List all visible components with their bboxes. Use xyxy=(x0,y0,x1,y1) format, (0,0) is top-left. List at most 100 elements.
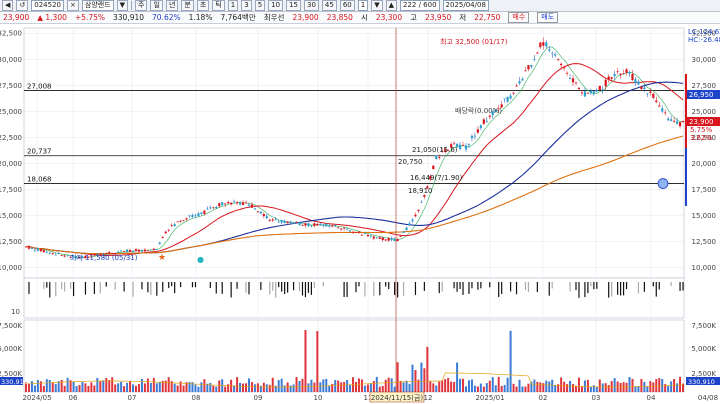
interval-down-button[interactable]: ▼ xyxy=(371,0,383,11)
date-tick: 04/08 xyxy=(698,394,718,402)
candle-body xyxy=(313,223,316,226)
indicator-tick: 10 xyxy=(11,308,20,316)
period-tick-button[interactable]: 틱 xyxy=(212,0,225,11)
date-tick: 10 xyxy=(314,394,323,402)
volume-bar xyxy=(51,382,54,392)
indicator-bar xyxy=(49,282,51,298)
candle-body xyxy=(530,65,533,67)
candle-body xyxy=(140,250,144,252)
stock-name-display[interactable]: 삼양랜드 xyxy=(81,0,114,11)
indicator-bar xyxy=(655,282,657,297)
candle-body xyxy=(289,221,292,223)
indicator-bar xyxy=(168,282,170,289)
volume-bar xyxy=(167,377,170,392)
period-year-button[interactable]: 년 xyxy=(165,0,179,11)
volume-bar xyxy=(123,386,126,392)
indicator-bar xyxy=(269,282,271,295)
candle-body xyxy=(381,237,384,241)
indicator-bar xyxy=(248,282,250,295)
price-tick-left: 25,000 xyxy=(0,108,22,116)
period-week-button[interactable]: 주 xyxy=(135,0,148,11)
volume-bar xyxy=(143,383,146,392)
volume-bar xyxy=(117,383,120,392)
candle-body xyxy=(512,92,515,94)
interval-45-button[interactable]: 45 xyxy=(321,0,337,11)
sell-button[interactable]: 매도 xyxy=(537,12,559,23)
indicator-bar xyxy=(61,282,63,290)
date-tick: 06 xyxy=(69,394,78,402)
candle-body xyxy=(580,92,584,94)
indicator-bar xyxy=(468,282,470,294)
volume-bar xyxy=(108,380,111,392)
volume-bar xyxy=(563,381,566,392)
interval-5-button[interactable]: 5 xyxy=(254,0,266,11)
candle-body xyxy=(375,237,378,239)
marker-circle xyxy=(657,178,669,189)
candle-body xyxy=(268,220,271,222)
candle-body xyxy=(155,249,158,250)
volume-bar xyxy=(366,384,369,392)
candle-body xyxy=(209,207,212,209)
indicator-bar xyxy=(462,282,464,295)
interval-10-button[interactable]: 10 xyxy=(268,0,284,11)
refresh-button[interactable]: ↺ xyxy=(16,0,29,11)
clear-button[interactable]: × xyxy=(67,0,79,11)
period-minute-button[interactable]: 분 xyxy=(181,0,194,11)
interval-up-button[interactable]: ▲ xyxy=(385,0,398,11)
period-second-button[interactable]: 초 xyxy=(196,0,210,11)
candle-body xyxy=(414,214,417,217)
candle-body xyxy=(340,228,343,230)
candle-body xyxy=(670,119,673,122)
buy-button[interactable]: 매수 xyxy=(508,12,530,23)
period-count-input[interactable]: 222 / 600 xyxy=(400,0,440,11)
candle-body xyxy=(235,202,239,204)
volume-bar xyxy=(155,383,158,392)
indicator-bar xyxy=(72,282,75,297)
indicator-bar xyxy=(498,282,500,297)
candle-body xyxy=(316,224,319,226)
candle-body xyxy=(176,221,179,223)
interval-15-button[interactable]: 15 xyxy=(286,0,301,11)
candle-body xyxy=(360,234,364,236)
candle-body xyxy=(458,144,462,150)
volume-bar xyxy=(30,381,33,392)
candle-body xyxy=(661,108,664,112)
interval-3-button[interactable]: 3 xyxy=(241,0,252,11)
candle-body xyxy=(345,228,349,230)
candle-body xyxy=(60,255,63,256)
volume-bar xyxy=(310,379,313,392)
candle-body xyxy=(271,219,274,221)
candle-body xyxy=(343,227,346,229)
interval-1-button[interactable]: 1 xyxy=(227,0,239,11)
volume-bar xyxy=(441,380,444,392)
candle-body xyxy=(337,227,340,229)
back-button[interactable]: ◀ xyxy=(2,0,14,11)
interval-count-input[interactable]: 1 xyxy=(357,0,369,11)
stock-dropdown-button[interactable]: ▼ xyxy=(116,0,129,11)
interval-30-button[interactable]: 30 xyxy=(304,0,319,11)
indicator-bar xyxy=(132,282,134,297)
volume-bar xyxy=(551,379,554,392)
interval-60-button[interactable]: 60 xyxy=(339,0,355,11)
indicator-bar xyxy=(590,282,592,287)
candle-body xyxy=(42,250,45,253)
date-input[interactable]: 2025/04/08 xyxy=(442,0,489,11)
candle-body xyxy=(259,211,262,214)
vol-tick-5000: 5,000K xyxy=(0,345,22,353)
volume-bar xyxy=(554,385,557,392)
indicator-bar xyxy=(364,282,366,297)
candle-body xyxy=(485,120,488,122)
candle-body xyxy=(545,42,548,47)
volume-bar xyxy=(414,370,417,392)
period-day-button[interactable]: 일 xyxy=(150,0,163,11)
price-tick-left: 22,500 xyxy=(0,134,22,142)
volume-bar xyxy=(63,385,66,392)
volume-bar xyxy=(158,381,161,392)
candle-body xyxy=(191,214,194,218)
stock-code-input[interactable]: 024520 xyxy=(31,0,64,11)
support-line-label: 20,737 xyxy=(27,148,52,156)
candle-body xyxy=(200,212,203,214)
indicator-bar xyxy=(596,282,598,289)
stock-chart[interactable]: 10,000 10,000 12,500 12,500 15,000 15,000 17,5… xyxy=(0,24,720,404)
volume-bar xyxy=(566,384,569,392)
